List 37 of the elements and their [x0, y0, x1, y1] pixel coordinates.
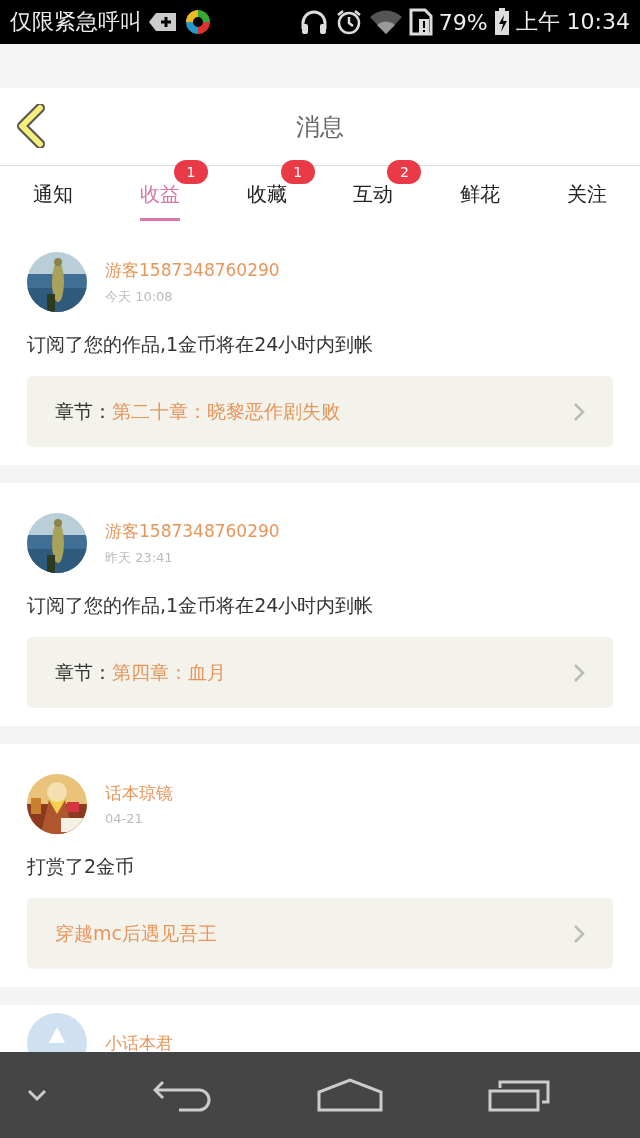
chapter-title: 第四章：血月: [112, 659, 227, 685]
chevron-down-icon[interactable]: [26, 1088, 48, 1102]
app-logo-icon: [184, 8, 212, 36]
battery-charging-icon: [493, 8, 510, 36]
chapter-title: 穿越mc后遇见吾王: [55, 920, 218, 946]
count-badge: 1: [174, 160, 208, 184]
recent-apps-icon[interactable]: [487, 1078, 550, 1112]
count-badge: 1: [280, 160, 315, 184]
chevron-right-icon: [573, 662, 585, 683]
chapter-title: 第二十章：晓黎恶作剧失败: [112, 398, 341, 424]
time-text: 04-21: [105, 811, 144, 826]
time-text: 昨天 23:41: [105, 548, 174, 567]
tab[interactable]: 关注: [566, 167, 607, 221]
work-link[interactable]: 章节：第四章：血月: [27, 637, 613, 708]
back-button[interactable]: [16, 104, 46, 148]
back-chevron-icon: [16, 104, 46, 148]
wifi-icon: [368, 9, 403, 35]
work-link[interactable]: 章节：第二十章：晓黎恶作剧失败: [27, 376, 613, 447]
clock-text: 上午 10:34: [515, 8, 630, 36]
chevron-right-icon: [573, 401, 585, 422]
back-icon[interactable]: [152, 1078, 213, 1112]
battery-percent: 79%: [438, 9, 488, 35]
tab[interactable]: 通知: [33, 167, 74, 221]
message-text: 订阅了您的作品,1金币将在24小时内到帐: [27, 332, 375, 357]
page-title: 消息: [296, 111, 344, 143]
tab[interactable]: 鲜花: [460, 167, 500, 221]
chapter-label: 章节：: [55, 398, 112, 424]
message-text: 打赏了2金币: [27, 854, 136, 879]
message-text: 订阅了您的作品,1金币将在24小时内到帐: [27, 593, 375, 618]
chapter-label: 章节：: [55, 659, 112, 685]
chevron-right-icon: [573, 923, 585, 944]
home-icon[interactable]: [317, 1078, 384, 1112]
time-text: 今天 10:08: [105, 287, 174, 306]
add-icon: [148, 10, 178, 34]
sim-alert-icon: [408, 8, 433, 36]
carrier-text: 仅限紧急呼叫: [10, 8, 142, 36]
count-badge: 2: [387, 160, 422, 184]
